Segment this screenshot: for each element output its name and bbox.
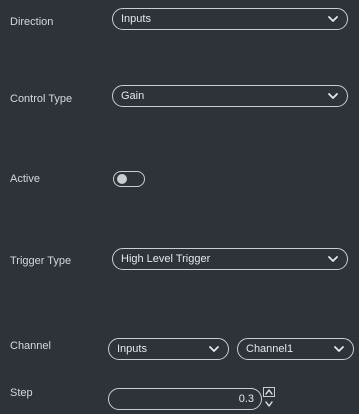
channel-value: Channel1 xyxy=(246,343,294,355)
toggle-knob xyxy=(117,174,127,184)
direction-value: Inputs xyxy=(121,13,151,25)
spin-up-icon[interactable] xyxy=(263,387,275,397)
spin-down-icon[interactable] xyxy=(263,399,275,409)
step-label: Step xyxy=(10,387,33,399)
channel-source-select[interactable]: Inputs xyxy=(108,338,229,360)
chevron-down-icon xyxy=(209,346,219,352)
chevron-down-icon xyxy=(328,93,338,99)
control-type-select[interactable]: Gain xyxy=(112,85,348,107)
control-type-value: Gain xyxy=(121,90,145,102)
chevron-down-icon xyxy=(334,346,344,352)
trigger-type-select[interactable]: High Level Trigger xyxy=(112,248,348,270)
control-type-label: Control Type xyxy=(10,93,73,105)
channel-label: Channel xyxy=(10,340,51,352)
trigger-type-value: High Level Trigger xyxy=(121,253,211,265)
chevron-down-icon xyxy=(328,256,338,262)
channel-source-value: Inputs xyxy=(117,343,147,355)
channel-select[interactable]: Channel1 xyxy=(237,338,354,360)
step-value: 0.3 xyxy=(238,393,254,405)
active-toggle[interactable] xyxy=(113,171,145,187)
trigger-type-label: Trigger Type xyxy=(10,255,72,267)
chevron-down-icon xyxy=(328,16,338,22)
active-label: Active xyxy=(10,173,40,185)
direction-label: Direction xyxy=(10,16,54,28)
direction-select[interactable]: Inputs xyxy=(112,8,348,30)
properties-panel: Direction Inputs Control Type Gain Activ… xyxy=(0,0,359,414)
step-input[interactable]: 0.3 xyxy=(108,388,262,410)
